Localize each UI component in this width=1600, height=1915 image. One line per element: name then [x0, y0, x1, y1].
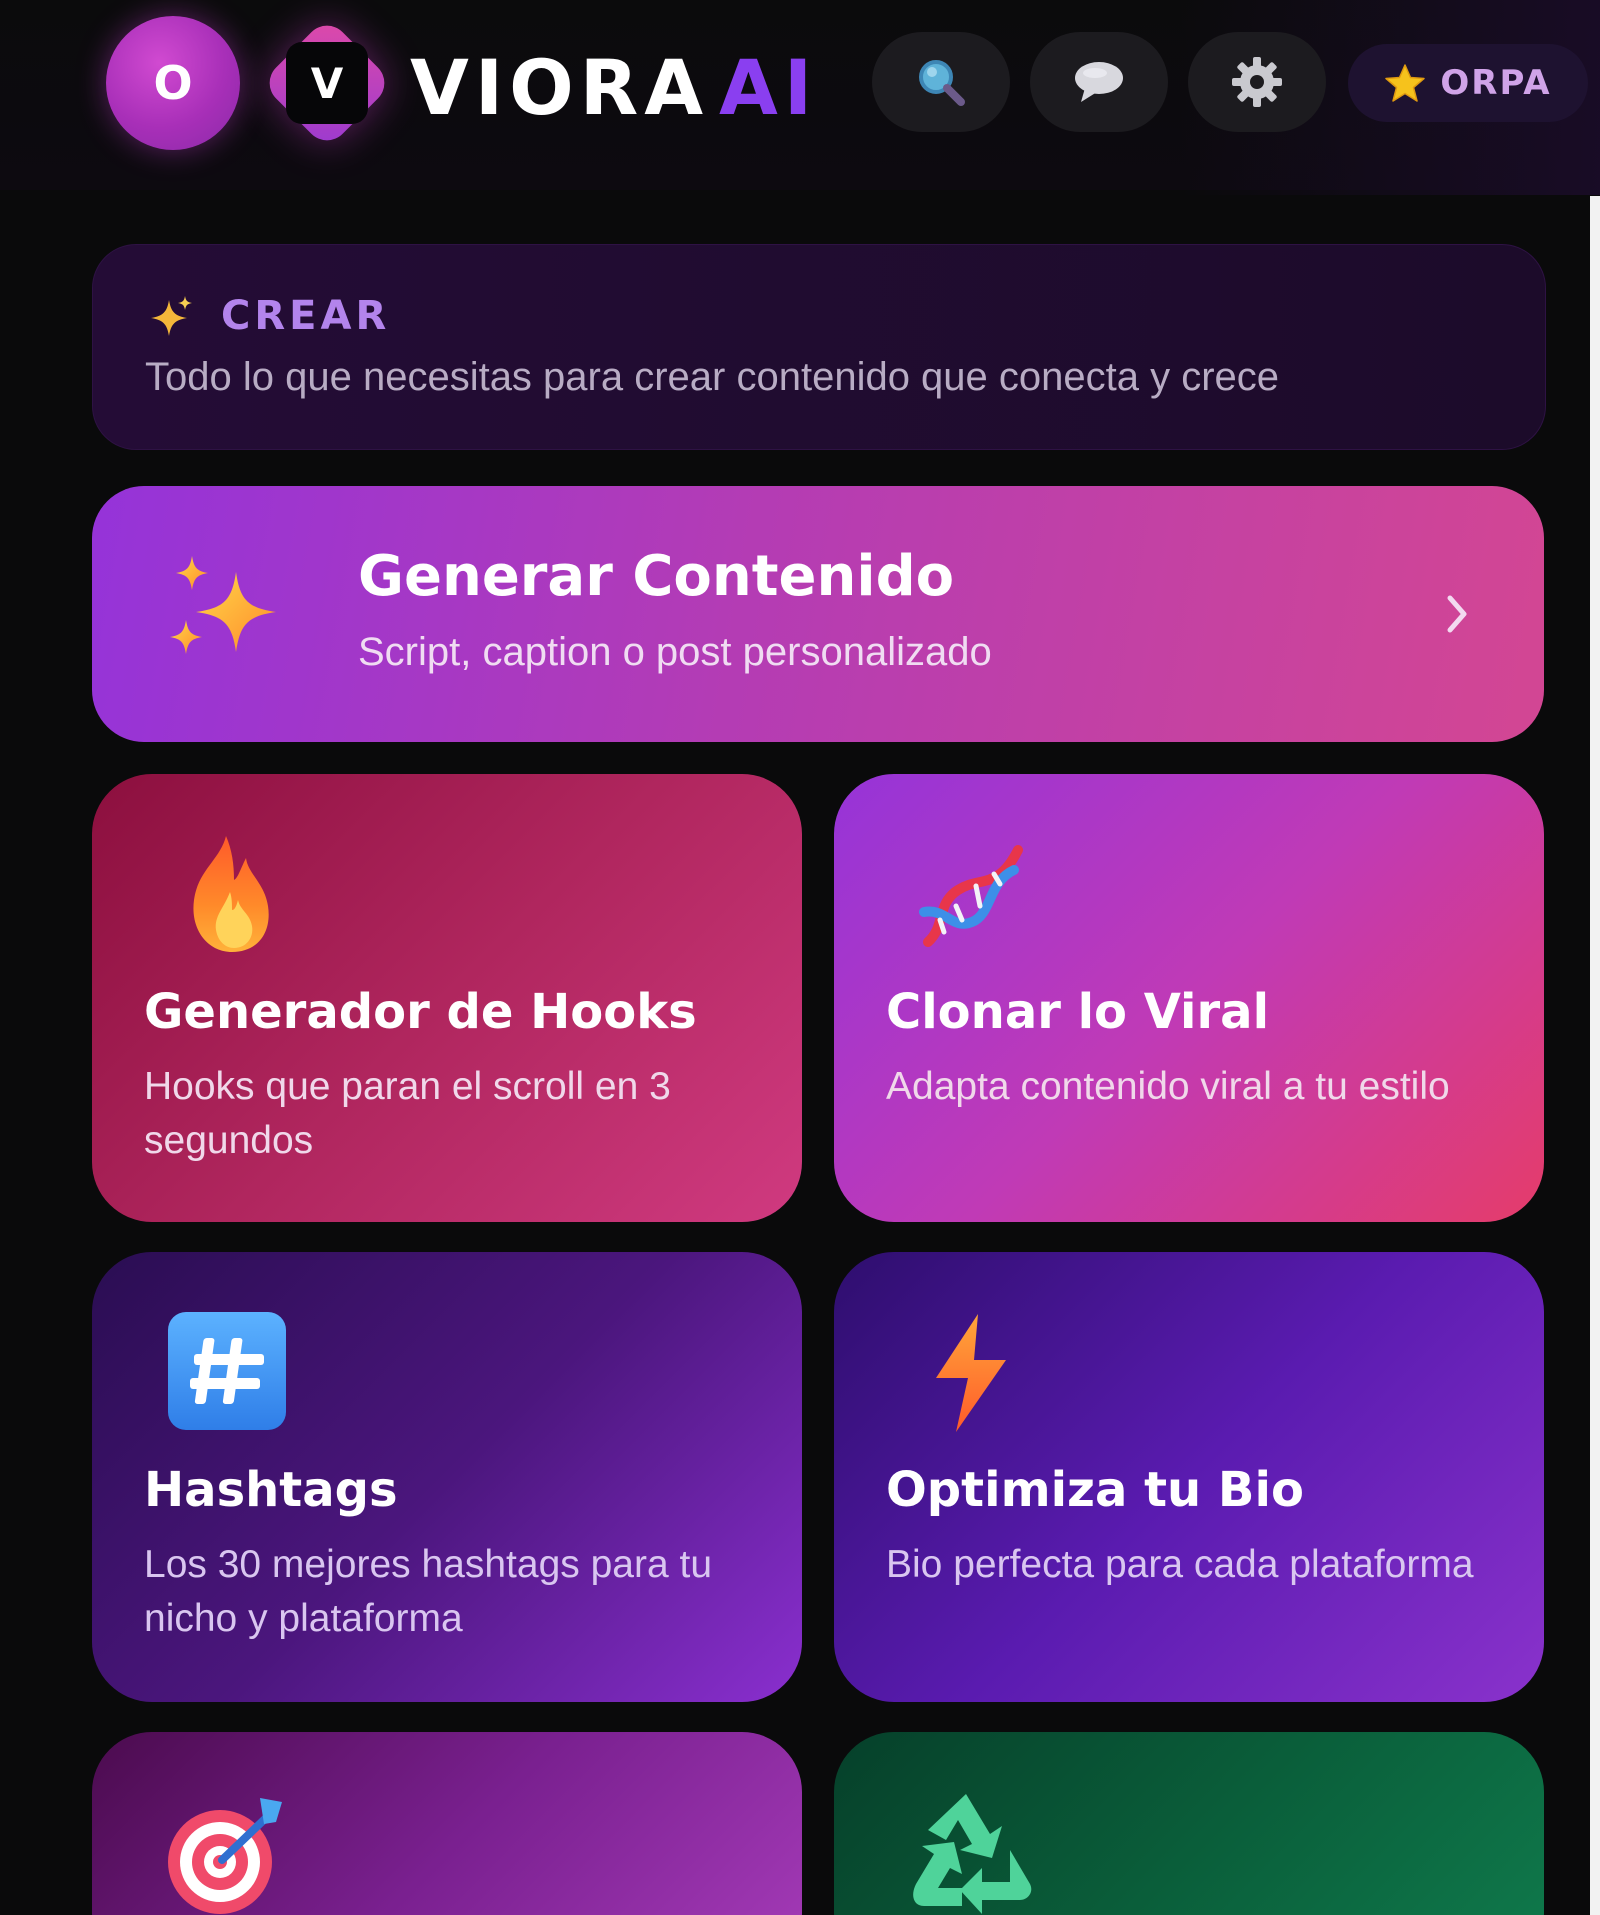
tile-subtitle: Los 30 mejores hashtags para tu nicho y …: [144, 1543, 713, 1640]
app-page: O V VIORA AI ORPA CREAR Todo lo que nece…: [0, 0, 1600, 1915]
section-title: CREAR: [221, 293, 391, 339]
dna-icon: [919, 845, 1023, 947]
gear-icon: [1232, 57, 1282, 107]
tile-subtitle: Hooks que paran el scroll en 3 segundos: [144, 1065, 671, 1162]
pro-label: ORPA: [1440, 63, 1552, 103]
tile-subtitle: Adapta contenido viral a tu estilo: [886, 1065, 1450, 1108]
tile-title: Optimiza tu Bio: [886, 1462, 1304, 1518]
generate-content-title: Generar Contenido: [358, 544, 955, 609]
search-button[interactable]: [872, 32, 1010, 132]
star-icon: [1385, 64, 1426, 102]
brand-wordmark: VIORA AI: [410, 40, 818, 136]
tile-subtitle: Bio perfecta para cada plataforma: [886, 1543, 1474, 1586]
brand-accent: AI: [719, 43, 819, 132]
tile-recycle[interactable]: [834, 1732, 1544, 1915]
tile-clone-viral[interactable]: Clonar lo Viral Adapta contenido viral a…: [834, 774, 1544, 1222]
sparkle-icon: [151, 296, 192, 336]
settings-button[interactable]: [1188, 32, 1326, 132]
pro-badge[interactable]: ORPA: [1348, 44, 1588, 122]
recycle-icon: [913, 1794, 1032, 1914]
logo-letter: V: [286, 42, 368, 124]
chevron-right-icon: [1447, 595, 1467, 633]
fire-icon: [193, 836, 269, 952]
tile-target[interactable]: [92, 1732, 802, 1915]
hashtag-icon: [168, 1312, 286, 1430]
tile-title: Hashtags: [144, 1462, 398, 1518]
generate-content-card[interactable]: Generar Contenido Script, caption o post…: [92, 486, 1544, 742]
scrollbar-track[interactable]: [1590, 196, 1600, 1915]
user-avatar[interactable]: O: [106, 16, 240, 150]
section-subtitle: Todo lo que necesitas para crear conteni…: [145, 355, 1280, 399]
app-logo[interactable]: V: [260, 16, 394, 150]
tile-title: Generador de Hooks: [144, 984, 697, 1040]
chat-bubble-icon: [1075, 62, 1123, 102]
section-header-card: CREAR Todo lo que necesitas para crear c…: [92, 244, 1546, 450]
chat-button[interactable]: [1030, 32, 1168, 132]
brand-primary: VIORA: [410, 43, 710, 132]
tile-optimize-bio[interactable]: Optimiza tu Bio Bio perfecta para cada p…: [834, 1252, 1544, 1702]
sparkles-icon: [170, 556, 276, 654]
tile-title: Clonar lo Viral: [886, 984, 1270, 1040]
top-bar: O V VIORA AI ORPA: [0, 0, 1600, 195]
lightning-icon: [936, 1314, 1006, 1432]
generate-content-subtitle: Script, caption o post personalizado: [358, 630, 992, 674]
tile-hashtags[interactable]: Hashtags Los 30 mejores hashtags para tu…: [92, 1252, 802, 1702]
target-icon: [168, 1798, 282, 1914]
tile-hook-generator[interactable]: Generador de Hooks Hooks que paran el sc…: [92, 774, 802, 1222]
search-icon: [919, 60, 965, 106]
